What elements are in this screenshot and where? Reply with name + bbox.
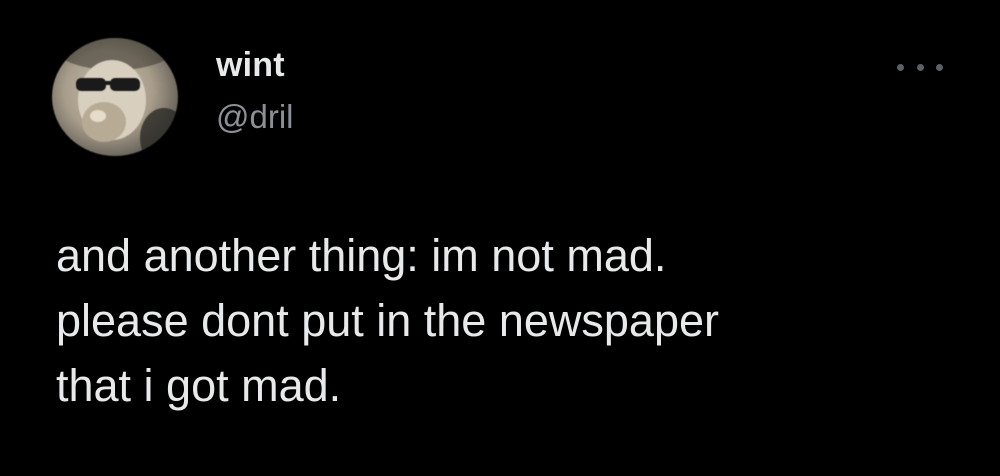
more-dot-3 [936,63,943,71]
user-handle[interactable]: @dril [216,98,294,136]
avatar[interactable] [52,38,178,156]
display-name[interactable]: wint [216,46,285,85]
more-dot-1 [897,63,904,71]
more-options-icon[interactable] [897,57,943,77]
tweet-text-line: please dont put in the newspaper [56,295,719,346]
tweet-text-line: and another thing: im not mad. [56,230,667,281]
avatar-photo-icon [55,38,178,156]
tweet-text-line: that i got mad. [56,360,342,411]
tweet-card: wint @dril and another thing: im not mad… [0,0,1000,476]
tweet-text: and another thing: im not mad. please do… [56,223,956,418]
more-dot-2 [916,63,924,71]
